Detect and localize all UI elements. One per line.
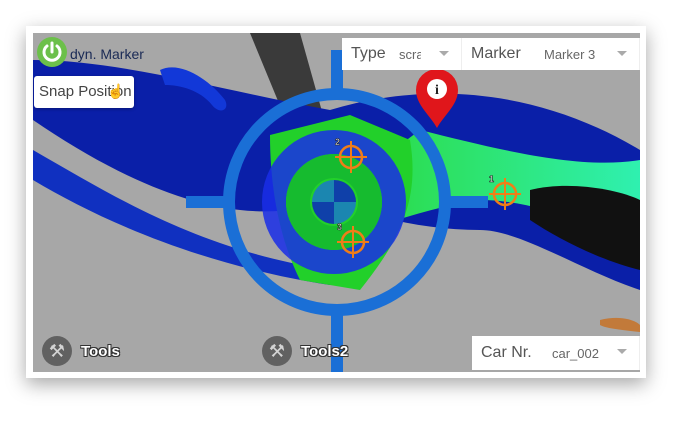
dyn-marker-label: dyn. Marker: [70, 46, 144, 62]
car-number-value: car_002: [552, 345, 599, 361]
tools-button[interactable]: ⚒ Tools: [42, 336, 120, 366]
tools-icon: ⚒: [262, 336, 292, 366]
target-rings: [262, 130, 406, 274]
car-number-select[interactable]: Car Nr. car_002: [472, 336, 640, 370]
marker-number: 1: [489, 174, 494, 184]
tools-label: Tools: [81, 342, 120, 360]
chevron-down-icon: [617, 51, 627, 56]
power-icon[interactable]: [37, 37, 67, 67]
marker-number: 2: [335, 137, 340, 147]
chevron-down-icon: [617, 349, 627, 354]
hand-pointer-icon: ☝: [107, 83, 125, 99]
tools2-button[interactable]: ⚒ Tools2: [262, 336, 348, 366]
marker-value: Marker 3: [544, 46, 596, 62]
marker-label: Marker: [471, 45, 521, 62]
tools2-label: Tools2: [301, 342, 349, 360]
marker-select[interactable]: Marker Marker 3: [462, 38, 640, 70]
type-label: Type: [351, 45, 386, 62]
car-number-label: Car Nr.: [481, 344, 532, 361]
chevron-down-icon: [439, 51, 449, 56]
type-select[interactable]: Type scra: [342, 38, 462, 70]
tools-icon: ⚒: [42, 336, 72, 366]
marker-number: 3: [337, 222, 342, 232]
svg-text:i: i: [435, 83, 439, 98]
type-value: scra: [399, 46, 421, 62]
